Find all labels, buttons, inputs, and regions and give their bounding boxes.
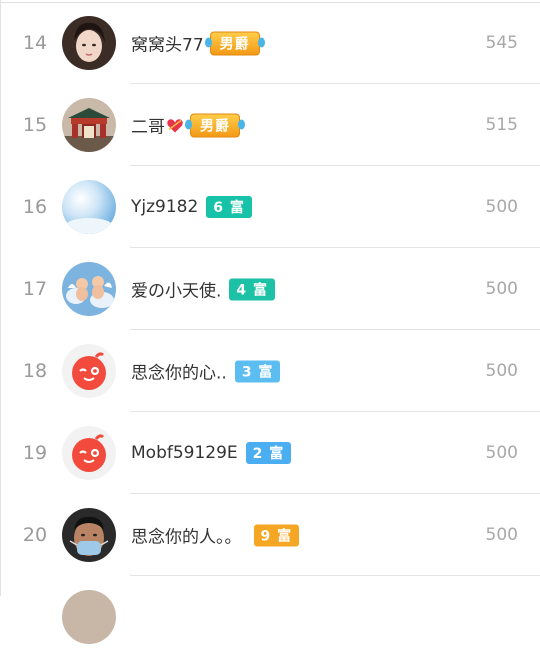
score: 500 bbox=[485, 361, 518, 381]
noble-badge: 男爵 bbox=[185, 113, 245, 137]
list-item[interactable]: 16 Yjz9182 6 富 500 bbox=[0, 166, 540, 248]
user-name-text: 思念你的人。。 bbox=[131, 527, 242, 548]
list-item[interactable]: 19 Mobf59129E 2 富 500 bbox=[0, 412, 540, 494]
user-name-text: Yjz9182 bbox=[131, 197, 199, 217]
wealth-level-badge: 9 富 bbox=[253, 524, 300, 546]
default-face-icon bbox=[62, 426, 116, 480]
list-item[interactable]: 18 思念你的心.. 3 富 500 bbox=[0, 330, 540, 412]
user-name-text: 爱の小天使. bbox=[131, 281, 222, 302]
angels-photo-icon bbox=[62, 262, 116, 316]
score: 500 bbox=[485, 197, 518, 217]
user-name-text: 二哥 bbox=[131, 117, 165, 138]
user-name: 窝窝头77 男爵 bbox=[131, 31, 265, 56]
avatar[interactable] bbox=[62, 508, 116, 562]
heart-icon bbox=[167, 118, 183, 132]
user-name: 思念你的心.. 3 富 bbox=[131, 359, 281, 384]
score: 500 bbox=[485, 279, 518, 299]
rank-number: 20 bbox=[22, 524, 48, 546]
avatar[interactable] bbox=[62, 426, 116, 480]
avatar[interactable] bbox=[62, 180, 116, 234]
user-name: 二哥 男爵 bbox=[131, 113, 245, 138]
wealth-level-badge: 6 富 bbox=[206, 196, 252, 218]
rank-number: 19 bbox=[22, 442, 48, 464]
rank-number: 15 bbox=[22, 114, 48, 136]
user-name: Mobf59129E 2 富 bbox=[131, 442, 292, 464]
score: 515 bbox=[485, 115, 518, 135]
avatar[interactable] bbox=[62, 16, 116, 70]
user-name: Yjz9182 6 富 bbox=[131, 196, 252, 218]
rank-number: 16 bbox=[22, 196, 48, 218]
rank-number: 17 bbox=[22, 278, 48, 300]
default-face-icon bbox=[62, 344, 116, 398]
list-item[interactable]: 14 窝窝头77 男爵 545 bbox=[0, 2, 540, 84]
user-name-text: Mobf59129E bbox=[131, 443, 238, 463]
avatar[interactable] bbox=[62, 590, 116, 644]
partial-avatar-icon bbox=[62, 590, 116, 644]
avatar[interactable] bbox=[62, 344, 116, 398]
man-mask-photo-icon bbox=[62, 508, 116, 562]
list-item[interactable]: 15 二哥 男爵 515 bbox=[0, 84, 540, 166]
rank-number: 18 bbox=[22, 360, 48, 382]
list-item[interactable] bbox=[0, 576, 540, 658]
wealth-level-badge: 2 富 bbox=[245, 442, 292, 464]
score: 500 bbox=[485, 443, 518, 463]
score: 500 bbox=[485, 525, 518, 545]
list-item[interactable]: 17 爱の小天使. 4 富 500 bbox=[0, 248, 540, 330]
user-name: 爱の小天使. 4 富 bbox=[131, 277, 276, 302]
wealth-level-badge: 3 富 bbox=[234, 360, 281, 382]
gate-photo-icon bbox=[62, 98, 116, 152]
user-name-text: 窝窝头77 bbox=[131, 35, 204, 56]
user-name: 思念你的人。。 9 富 bbox=[131, 523, 300, 548]
avatar[interactable] bbox=[62, 262, 116, 316]
score: 545 bbox=[485, 33, 518, 53]
avatar[interactable] bbox=[62, 98, 116, 152]
list-item[interactable]: 20 思念你的人。。 9 富 500 bbox=[0, 494, 540, 576]
sky-photo-icon bbox=[62, 180, 116, 234]
user-name-text: 思念你的心.. bbox=[131, 363, 227, 384]
noble-badge: 男爵 bbox=[204, 31, 265, 55]
wealth-level-badge: 4 富 bbox=[229, 278, 276, 300]
rank-number: 14 bbox=[22, 32, 48, 54]
woman-photo-icon bbox=[62, 16, 116, 70]
